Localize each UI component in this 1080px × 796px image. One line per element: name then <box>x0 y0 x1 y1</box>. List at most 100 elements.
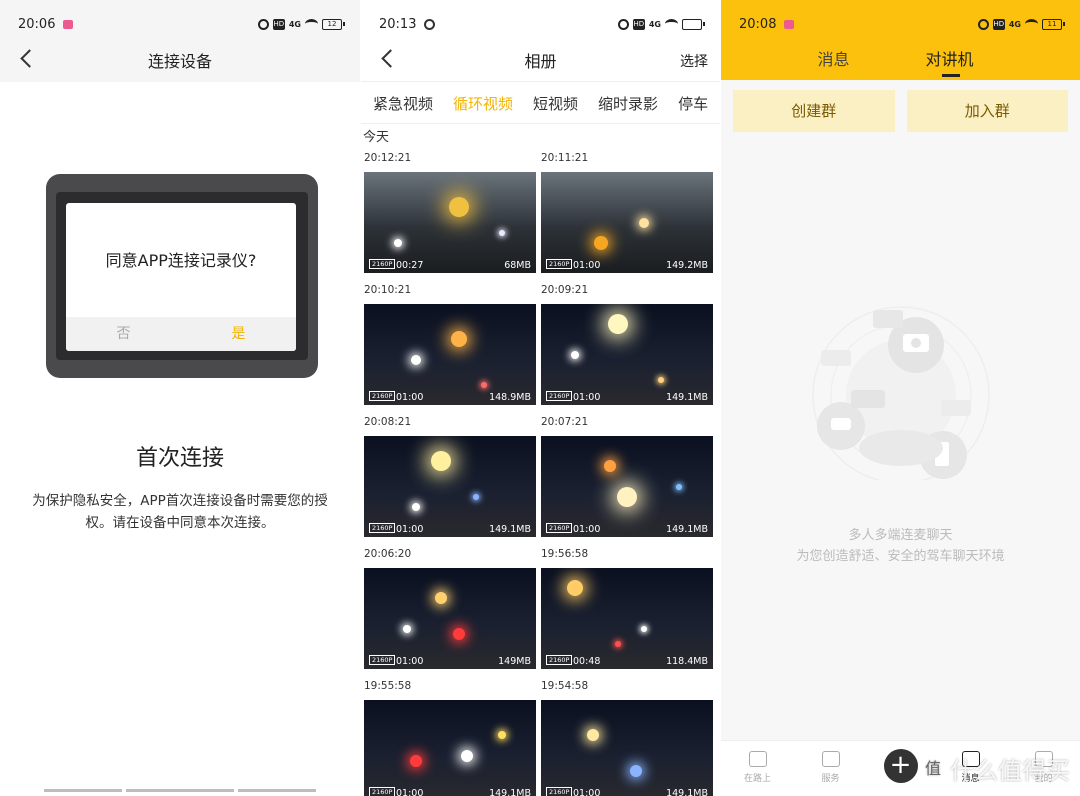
video-item[interactable]: 20:10:21 2160P 01:00 148.9MB <box>364 280 536 412</box>
alarm-icon <box>257 18 269 30</box>
alarm-icon <box>977 18 989 30</box>
album-screen: 20:13 HD 4G 相册 选择 紧急视频 循环视频 短视频 缩时录影 停车 今天 2… <box>361 0 720 796</box>
status-icons: HD 4G 11 <box>977 18 1065 30</box>
wechat-icon <box>424 18 436 30</box>
video-item[interactable]: 20:06:20 2160P 01:00 149MB <box>364 544 536 676</box>
tab-messages[interactable]: 消息 <box>817 46 849 70</box>
watermark: 值 什么值得买 <box>920 751 1070 786</box>
light-spot <box>409 754 422 767</box>
light-spot <box>472 493 479 500</box>
video-resolution-badge: 2160P <box>546 259 573 269</box>
hd-icon: HD <box>272 18 285 30</box>
video-thumbnail[interactable]: 2160P 01:00 149.1MB <box>364 436 536 537</box>
video-item[interactable]: 19:56:58 2160P 00:48 118.4MB <box>541 544 713 676</box>
video-resolution-badge: 2160P <box>546 523 573 533</box>
video-resolution-badge: 2160P <box>369 523 396 533</box>
light-spot <box>481 381 488 388</box>
yellow-header: 20:08 HD 4G 11 消息 对讲机 <box>721 0 1080 80</box>
video-timestamp: 20:07:21 <box>541 416 589 428</box>
light-spot <box>394 238 403 247</box>
light-spot <box>411 502 420 511</box>
notification-icon <box>784 19 795 29</box>
light-spot <box>435 592 448 605</box>
hd-icon: HD <box>992 18 1005 30</box>
video-thumbnail[interactable]: 2160P 01:00 149.1MB <box>364 700 536 796</box>
status-time: 20:08 <box>739 16 777 32</box>
empty-state-title: 多人多端连麦聊天 <box>848 528 953 543</box>
chevron-left-icon[interactable] <box>18 48 40 70</box>
intercom-screen: 20:08 HD 4G 11 消息 对讲机 创建群 加入群 多人多端连麦聊天 为… <box>721 0 1080 796</box>
light-spot <box>603 460 616 473</box>
video-thumbnail[interactable]: 2160P 01:00 149.1MB <box>541 700 713 796</box>
tabbar-item-1[interactable]: 服务 <box>811 751 851 784</box>
video-resolution-badge: 2160P <box>369 655 396 665</box>
nav-bar: 相册 选择 <box>361 38 720 82</box>
video-timestamp: 20:11:21 <box>541 152 589 164</box>
light-spot <box>615 640 622 647</box>
gesture-bar <box>126 789 234 792</box>
signal-icon: 4G <box>648 19 661 29</box>
video-thumbnail[interactable]: 2160P 00:27 68MB <box>364 172 536 273</box>
chevron-left-icon[interactable] <box>379 48 401 70</box>
video-duration: 00:27 <box>396 260 424 271</box>
notification-icon <box>63 19 74 29</box>
video-size: 149.1MB <box>489 788 531 796</box>
wifi-icon <box>665 19 678 29</box>
tab-2[interactable]: 短视频 <box>533 84 578 123</box>
video-thumbnail[interactable]: 2160P 01:00 149MB <box>364 568 536 669</box>
video-timestamp: 19:54:58 <box>541 680 589 692</box>
light-spot <box>450 331 467 348</box>
video-item[interactable]: 20:07:21 2160P 01:00 149.1MB <box>541 412 713 544</box>
video-thumbnail[interactable]: 2160P 01:00 149.1MB <box>541 436 713 537</box>
video-item[interactable]: 19:54:58 2160P 01:00 149.1MB <box>541 676 713 796</box>
light-spot <box>629 764 642 777</box>
light-spot <box>586 729 599 742</box>
video-resolution-badge: 2160P <box>546 391 573 401</box>
video-item[interactable]: 20:11:21 2160P 01:00 149.2MB <box>541 148 713 280</box>
first-connect-heading: 首次连接 <box>135 446 224 471</box>
video-duration: 01:00 <box>396 656 424 667</box>
video-item[interactable]: 19:55:58 2160P 01:00 149.1MB <box>364 676 536 796</box>
page-title: 相册 <box>524 51 557 71</box>
tab-3[interactable]: 缩时录影 <box>598 84 658 123</box>
join-group-button[interactable]: 加入群 <box>906 90 1068 132</box>
create-group-button[interactable]: 创建群 <box>733 90 895 132</box>
plus-icon[interactable]: + <box>883 749 918 783</box>
battery-icon: 11 <box>1042 18 1065 30</box>
screenshot-collage: 20:06 HD 4G 12 连接设备 同意APP连接记录仪? 否 是 首次连接… <box>0 0 1080 796</box>
video-size: 149MB <box>498 656 531 667</box>
video-size: 118.4MB <box>666 656 708 667</box>
video-duration: 01:00 <box>396 524 424 535</box>
select-button[interactable]: 选择 <box>680 51 708 71</box>
empty-state-illustration <box>812 306 990 480</box>
video-item[interactable]: 20:09:21 2160P 01:00 149.1MB <box>541 280 713 412</box>
video-thumbnail[interactable]: 2160P 01:00 149.2MB <box>541 172 713 273</box>
tab-0[interactable]: 紧急视频 <box>373 84 433 123</box>
tab-1[interactable]: 循环视频 <box>453 84 513 123</box>
status-time: 20:06 <box>18 16 56 32</box>
tab-intercom[interactable]: 对讲机 <box>926 46 974 77</box>
status-icons: HD 4G 12 <box>257 18 345 30</box>
tabbar-item-0[interactable]: 在路上 <box>738 751 778 784</box>
status-time: 20:13 <box>379 16 417 32</box>
device-illustration: 同意APP连接记录仪? 否 是 <box>46 174 318 378</box>
video-thumbnail[interactable]: 2160P 01:00 149.1MB <box>541 304 713 405</box>
nav-bar: 连接设备 <box>0 38 360 82</box>
light-spot <box>639 217 650 228</box>
status-bar: 20:08 HD 4G 11 <box>721 0 1080 48</box>
light-spot <box>403 624 411 633</box>
tab-4[interactable]: 停车 <box>678 84 708 123</box>
video-item[interactable]: 20:08:21 2160P 01:00 149.1MB <box>364 412 536 544</box>
watermark-logo-icon: 值 <box>920 755 946 782</box>
video-resolution-badge: 2160P <box>369 787 396 796</box>
light-spot <box>594 235 609 250</box>
video-item[interactable]: 20:12:21 2160P 00:27 68MB <box>364 148 536 280</box>
video-size: 68MB <box>504 260 531 271</box>
video-thumbnail[interactable]: 2160P 01:00 148.9MB <box>364 304 536 405</box>
tabbar-label: 服务 <box>821 774 840 784</box>
light-spot <box>452 627 465 640</box>
watermark-text: 什么值得买 <box>950 757 1070 785</box>
video-thumbnail[interactable]: 2160P 00:48 118.4MB <box>541 568 713 669</box>
video-duration: 01:00 <box>396 788 424 796</box>
video-duration: 01:00 <box>573 260 601 271</box>
